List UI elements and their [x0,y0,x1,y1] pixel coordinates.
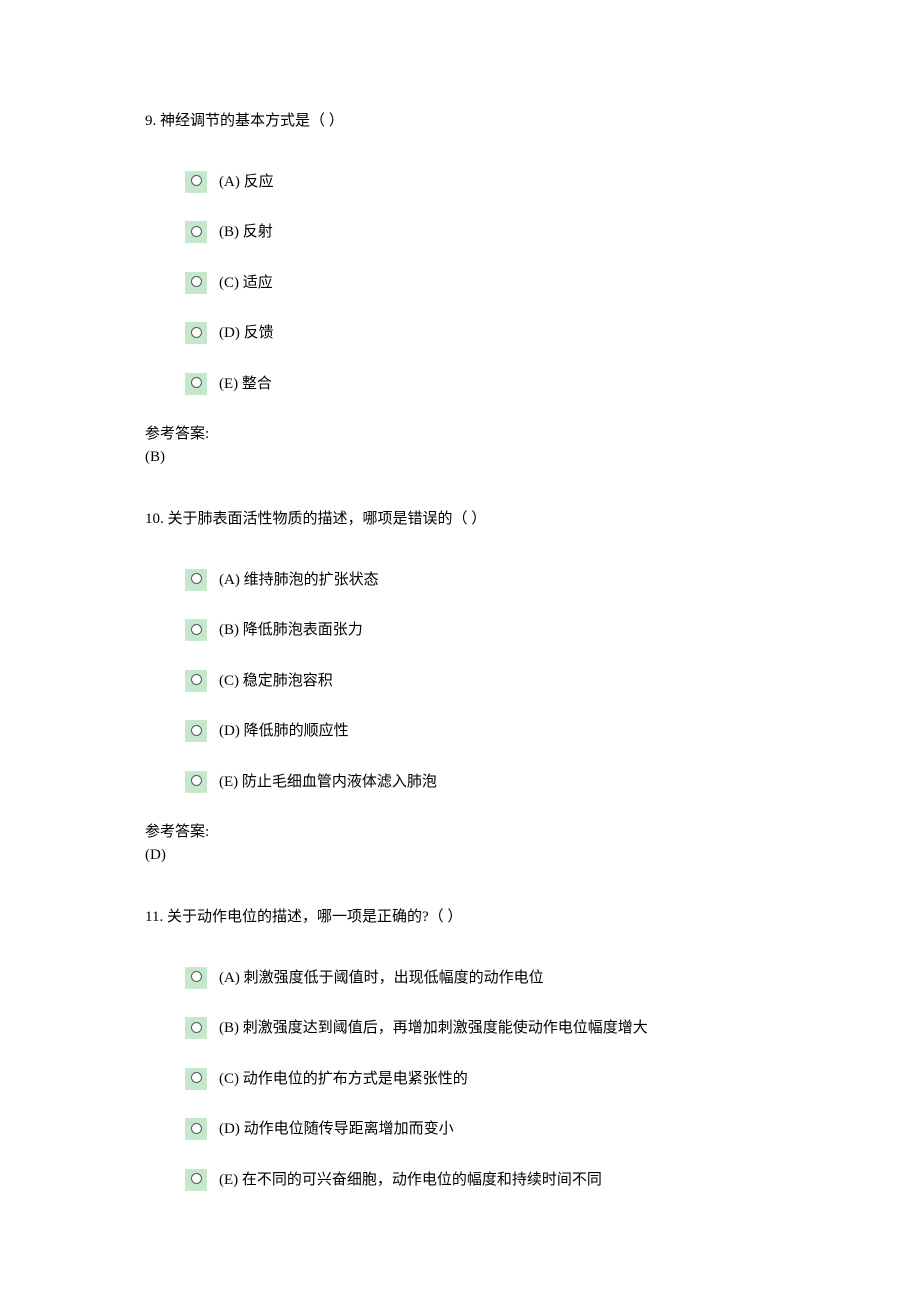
option-label: (D) 动作电位随传导距离增加而变小 [219,1118,454,1141]
radio-icon [185,171,207,193]
radio-icon [185,322,207,344]
question-text: 10. 关于肺表面活性物质的描述，哪项是错误的（ ） [145,508,775,531]
option-c[interactable]: (C) 动作电位的扩布方式是电紧张性的 [145,1068,775,1091]
option-label: (A) 维持肺泡的扩张状态 [219,569,379,592]
question-number: 11. [145,909,163,925]
radio-icon [185,272,207,294]
option-label: (B) 刺激强度达到阈值后，再增加刺激强度能使动作电位幅度增大 [219,1017,648,1040]
question-text: 9. 神经调节的基本方式是（ ） [145,110,775,133]
option-e[interactable]: (E) 在不同的可兴奋细胞，动作电位的幅度和持续时间不同 [145,1169,775,1192]
question-stem: 神经调节的基本方式是（ ） [160,113,344,129]
option-label: (C) 适应 [219,272,273,295]
option-d[interactable]: (D) 降低肺的顺应性 [145,720,775,743]
radio-icon [185,1118,207,1140]
question-stem: 关于肺表面活性物质的描述，哪项是错误的（ ） [168,511,487,527]
option-a[interactable]: (A) 反应 [145,171,775,194]
option-label: (E) 整合 [219,373,272,396]
question-text: 11. 关于动作电位的描述，哪一项是正确的?（ ） [145,906,775,929]
question-number: 10. [145,511,164,527]
option-label: (E) 在不同的可兴奋细胞，动作电位的幅度和持续时间不同 [219,1169,602,1192]
answer-label: 参考答案: [145,821,775,844]
option-label: (D) 反馈 [219,322,274,345]
option-c[interactable]: (C) 适应 [145,272,775,295]
option-label: (B) 降低肺泡表面张力 [219,619,363,642]
option-b[interactable]: (B) 刺激强度达到阈值后，再增加刺激强度能使动作电位幅度增大 [145,1017,775,1040]
option-label: (B) 反射 [219,221,273,244]
radio-icon [185,569,207,591]
option-label: (C) 动作电位的扩布方式是电紧张性的 [219,1068,468,1091]
radio-icon [185,771,207,793]
option-c[interactable]: (C) 稳定肺泡容积 [145,670,775,693]
option-d[interactable]: (D) 动作电位随传导距离增加而变小 [145,1118,775,1141]
option-e[interactable]: (E) 防止毛细血管内液体滤入肺泡 [145,771,775,794]
radio-icon [185,1017,207,1039]
radio-icon [185,720,207,742]
option-e[interactable]: (E) 整合 [145,373,775,396]
option-b[interactable]: (B) 反射 [145,221,775,244]
answer-value: (B) [145,446,775,469]
option-label: (A) 反应 [219,171,274,194]
radio-icon [185,1169,207,1191]
radio-icon [185,221,207,243]
option-d[interactable]: (D) 反馈 [145,322,775,345]
radio-icon [185,619,207,641]
answer-label: 参考答案: [145,423,775,446]
radio-icon [185,670,207,692]
option-a[interactable]: (A) 刺激强度低于阈值时，出现低幅度的动作电位 [145,967,775,990]
answer-value: (D) [145,844,775,867]
question-block-9: 9. 神经调节的基本方式是（ ） (A) 反应 (B) 反射 (C) 适应 (D… [145,110,775,468]
option-label: (A) 刺激强度低于阈值时，出现低幅度的动作电位 [219,967,544,990]
option-label: (E) 防止毛细血管内液体滤入肺泡 [219,771,437,794]
radio-icon [185,1068,207,1090]
question-block-10: 10. 关于肺表面活性物质的描述，哪项是错误的（ ） (A) 维持肺泡的扩张状态… [145,508,775,866]
radio-icon [185,967,207,989]
question-block-11: 11. 关于动作电位的描述，哪一项是正确的?（ ） (A) 刺激强度低于阈值时，… [145,906,775,1191]
question-stem: 关于动作电位的描述，哪一项是正确的?（ ） [167,909,462,925]
option-b[interactable]: (B) 降低肺泡表面张力 [145,619,775,642]
option-label: (C) 稳定肺泡容积 [219,670,333,693]
question-number: 9. [145,113,156,129]
option-a[interactable]: (A) 维持肺泡的扩张状态 [145,569,775,592]
option-label: (D) 降低肺的顺应性 [219,720,349,743]
radio-icon [185,373,207,395]
